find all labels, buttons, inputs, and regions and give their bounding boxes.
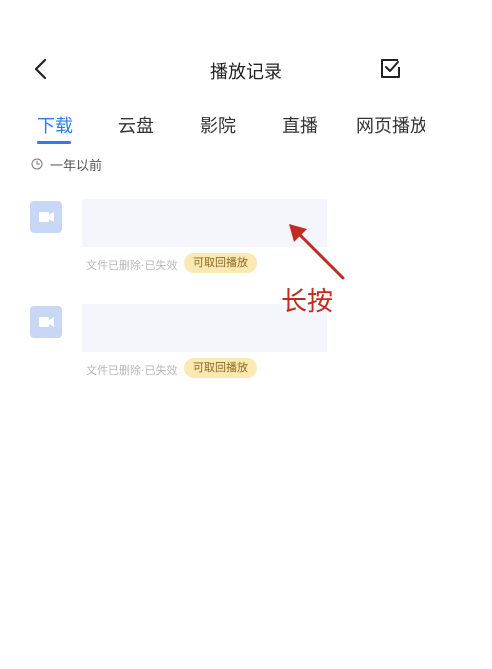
tab-web-play[interactable]: 网页播放 [356, 112, 425, 138]
clock-icon [31, 158, 43, 170]
checkbox-select-icon [381, 59, 400, 78]
list-item[interactable]: 文件已删除·已失效 可取回播放 [0, 300, 492, 380]
video-thumbnail [30, 306, 62, 338]
active-tab-indicator [37, 141, 71, 144]
item-status: 文件已删除·已失效 [86, 259, 178, 272]
tab-download[interactable]: 下载 [37, 112, 73, 138]
item-status: 文件已删除·已失效 [86, 364, 178, 377]
tab-bar: 下载 云盘 影院 直播 网页播放 [0, 100, 425, 140]
tab-cloud[interactable]: 云盘 [118, 112, 154, 138]
annotation-label: 长按 [281, 287, 334, 317]
list-item[interactable]: 文件已删除·已失效 可取回播放 [0, 195, 492, 275]
video-thumbnail [30, 201, 62, 233]
tab-cinema[interactable]: 影院 [200, 112, 236, 138]
retrieve-badge[interactable]: 可取回播放 [184, 358, 257, 378]
tab-live[interactable]: 直播 [282, 112, 318, 138]
page-title: 播放记录 [210, 62, 282, 83]
annotation-arrow-icon [289, 224, 345, 280]
video-camera-icon [39, 317, 54, 327]
select-edit-button[interactable] [378, 56, 404, 82]
video-camera-icon [39, 212, 54, 222]
section-label: 一年以前 [50, 159, 103, 174]
retrieve-badge[interactable]: 可取回播放 [184, 253, 257, 273]
